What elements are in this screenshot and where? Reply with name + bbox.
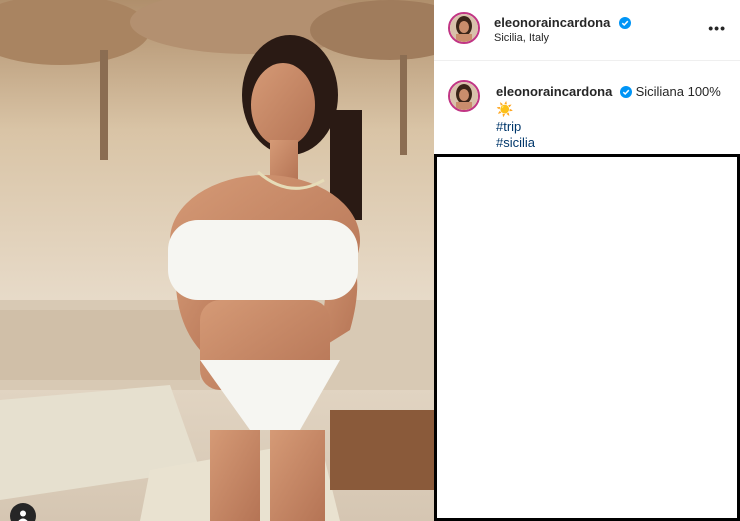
post-photo[interactable]	[0, 0, 434, 521]
profile-picture	[450, 14, 478, 42]
beach-photo	[0, 0, 434, 521]
caption-avatar[interactable]	[448, 80, 480, 112]
more-options-button[interactable]: •••	[708, 20, 726, 36]
profile-picture	[450, 82, 478, 110]
person-icon	[18, 510, 28, 521]
post-header: eleonoraincardona Sicilia, Italy •••	[434, 0, 740, 61]
caption-text: eleonoraincardona Siciliana 100%	[496, 84, 726, 99]
caption-username[interactable]: eleonoraincardona	[496, 84, 612, 99]
verified-badge-icon	[618, 17, 631, 29]
hashtag-link[interactable]: #trip	[496, 119, 726, 135]
header-username[interactable]: eleonoraincardona	[494, 15, 610, 30]
avatar[interactable]	[448, 12, 480, 44]
location-link[interactable]: Sicilia, Italy	[494, 32, 549, 44]
blank-comments-area	[434, 154, 740, 521]
verified-badge-icon	[619, 86, 632, 98]
sun-emoji: ☀️	[496, 101, 514, 117]
hashtag-link[interactable]: #sicilia	[496, 135, 726, 151]
caption-body: Siciliana 100%	[635, 84, 721, 99]
